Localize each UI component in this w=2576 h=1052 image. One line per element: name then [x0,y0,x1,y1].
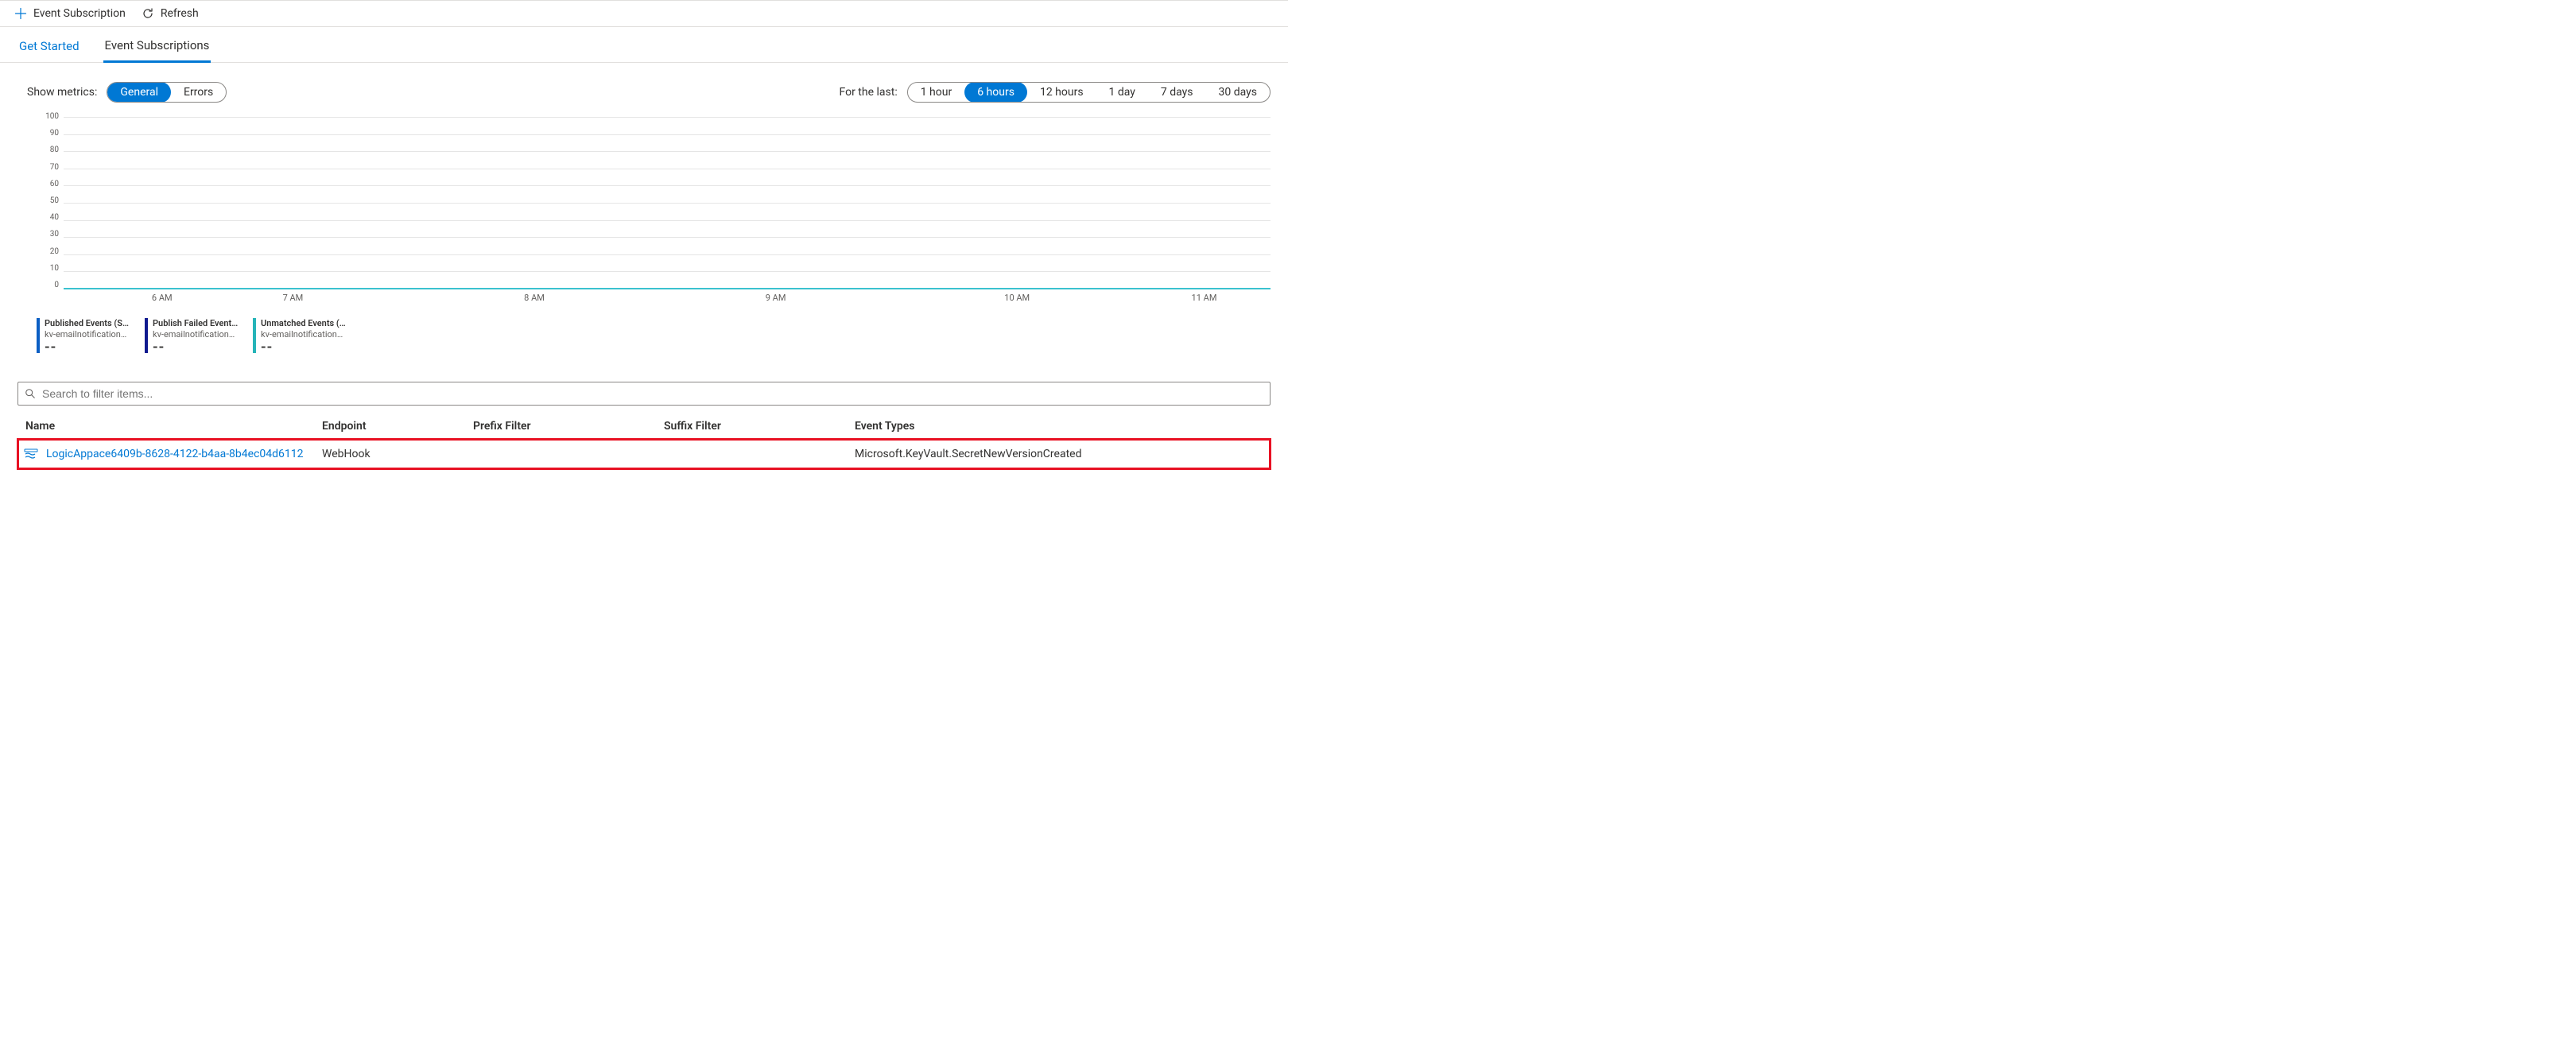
time-option-30days[interactable]: 30 days [1206,82,1270,103]
refresh-icon [142,7,154,20]
y-tick: 70 [32,164,59,172]
legend-color-icon [253,318,256,353]
x-tick: 6 AM [64,293,173,304]
add-event-subscription-button[interactable]: Event Subscription [14,7,126,20]
chart-gridlines [64,117,1271,289]
legend-source: kv-emailnotification… [45,329,130,340]
column-header-endpoint[interactable]: Endpoint [316,413,467,439]
add-event-subscription-label: Event Subscription [33,7,126,20]
toolbar: Event Subscription Refresh [0,0,1288,27]
chart-legend: Published Events (Sum) kv-emailnotificat… [37,318,1271,353]
table-row[interactable]: LogicAppace6409b-8628-4122-b4aa-8b4ec04d… [17,439,1271,469]
y-tick: 50 [32,197,59,205]
legend-title: Unmatched Events (Sum) [261,318,347,329]
chart-x-axis: 6 AM 7 AM 8 AM 9 AM 10 AM 11 AM [64,293,1271,304]
search-input-wrap[interactable] [17,382,1271,406]
legend-title: Publish Failed Event… [153,318,238,329]
row-suffix [658,439,848,469]
y-tick: 20 [32,248,59,256]
tab-event-subscriptions[interactable]: Event Subscriptions [103,37,211,63]
time-option-12hours[interactable]: 12 hours [1027,82,1096,103]
x-tick: 10 AM [896,293,1138,304]
row-name-link[interactable]: LogicAppace6409b-8628-4122-b4aa-8b4ec04d… [24,447,309,461]
x-tick: 11 AM [1138,293,1271,304]
legend-item[interactable]: Publish Failed Event… kv-emailnotificati… [145,318,240,353]
time-range-segmented[interactable]: 1 hour 6 hours 12 hours 1 day 7 days 30 … [907,82,1271,103]
legend-item[interactable]: Published Events (Sum) kv-emailnotificat… [37,318,132,353]
y-tick: 30 [32,231,59,239]
time-option-1day[interactable]: 1 day [1096,82,1148,103]
subscriptions-table: Name Endpoint Prefix Filter Suffix Filte… [17,413,1271,469]
legend-color-icon [145,318,148,353]
y-tick: 80 [32,146,59,154]
column-header-name[interactable]: Name [17,413,316,439]
column-header-suffix-filter[interactable]: Suffix Filter [658,413,848,439]
event-subscription-icon [24,447,38,461]
legend-source: kv-emailnotification… [261,329,347,340]
column-header-event-types[interactable]: Event Types [848,413,1271,439]
legend-value: -- [45,342,130,353]
y-tick: 100 [32,113,59,121]
legend-color-icon [37,318,40,353]
x-tick: 9 AM [655,293,897,304]
refresh-button[interactable]: Refresh [142,7,199,20]
chart-y-axis: 100 90 80 70 60 50 40 30 20 10 0 [32,117,59,289]
metrics-chart: 100 90 80 70 60 50 40 30 20 10 0 [32,117,1271,353]
x-tick: 7 AM [173,293,414,304]
time-range-label: For the last: [840,86,898,99]
tab-get-started[interactable]: Get Started [17,37,81,61]
y-tick: 60 [32,181,59,188]
x-tick: 8 AM [413,293,655,304]
refresh-label: Refresh [161,7,199,20]
tabs: Get Started Event Subscriptions [0,27,1288,63]
y-tick: 90 [32,130,59,138]
metric-option-general[interactable]: General [107,82,171,103]
legend-value: -- [261,342,347,353]
legend-source: kv-emailnotification… [153,329,238,340]
y-tick: 10 [32,265,59,273]
legend-item[interactable]: Unmatched Events (Sum) kv-emailnotificat… [253,318,348,353]
time-option-6hours[interactable]: 6 hours [964,82,1027,103]
chart-series-line [64,288,1271,289]
show-metrics-label: Show metrics: [27,86,97,99]
y-tick: 40 [32,214,59,222]
search-icon [25,388,36,399]
search-input[interactable] [42,387,1263,400]
row-name-text: LogicAppace6409b-8628-4122-b4aa-8b4ec04d… [46,448,304,460]
filter-row: Show metrics: General Errors For the las… [27,82,1271,103]
column-header-prefix-filter[interactable]: Prefix Filter [467,413,658,439]
metric-option-errors[interactable]: Errors [171,82,226,103]
row-prefix [467,439,658,469]
y-tick: 0 [32,281,59,289]
row-endpoint: WebHook [316,439,467,469]
legend-title: Published Events (Sum) [45,318,130,329]
plus-icon [14,7,27,20]
metric-segmented[interactable]: General Errors [107,82,227,103]
time-option-7days[interactable]: 7 days [1148,82,1206,103]
content-panel: Show metrics: General Errors For the las… [0,63,1288,361]
row-event-types: Microsoft.KeyVault.SecretNewVersionCreat… [848,439,1271,469]
legend-value: -- [153,342,238,353]
time-option-1hour[interactable]: 1 hour [908,82,965,103]
